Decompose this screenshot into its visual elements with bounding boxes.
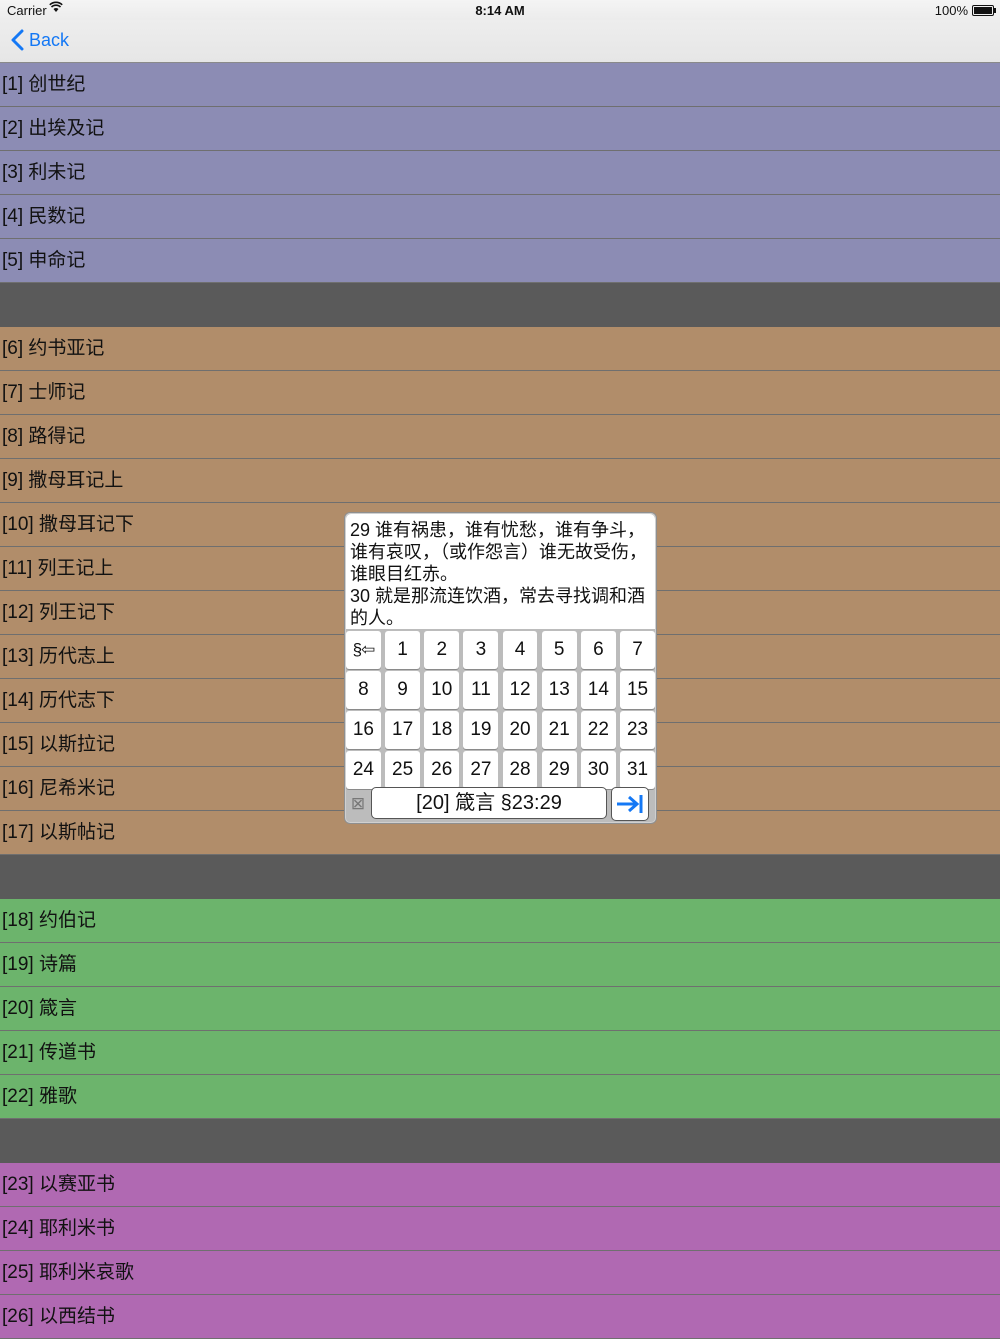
verse-key[interactable]: 25 bbox=[385, 751, 421, 789]
verse-key[interactable]: 11 bbox=[463, 671, 499, 709]
book-row[interactable]: [25] 耶利米哀歌 bbox=[0, 1251, 1000, 1295]
verse-text: 30 就是那流连饮酒，常去寻找调和酒的人。 bbox=[350, 586, 646, 628]
navigation-bar: Back bbox=[0, 20, 1000, 63]
verse-key[interactable]: 12 bbox=[502, 671, 538, 709]
verse-key[interactable]: 13 bbox=[541, 671, 577, 709]
back-label: Back bbox=[29, 29, 70, 50]
verse-key[interactable]: 31 bbox=[620, 751, 655, 789]
section-divider bbox=[0, 283, 1000, 327]
verse-key[interactable]: 16 bbox=[346, 711, 381, 749]
verse-key[interactable]: 17 bbox=[385, 711, 421, 749]
book-row[interactable]: [2] 出埃及记 bbox=[0, 107, 1000, 151]
verse-key[interactable]: 20 bbox=[502, 711, 538, 749]
verse-key[interactable]: 6 bbox=[580, 631, 616, 669]
verse-key[interactable]: 4 bbox=[502, 631, 538, 669]
book-row[interactable]: [26] 以西结书 bbox=[0, 1295, 1000, 1339]
book-row[interactable]: [4] 民数记 bbox=[0, 195, 1000, 239]
book-row[interactable]: [20] 箴言 bbox=[0, 987, 1000, 1031]
book-row[interactable]: [3] 利未记 bbox=[0, 151, 1000, 195]
jump-arrow-icon bbox=[617, 795, 643, 813]
reference-field[interactable]: [20] 箴言 §23:29 bbox=[371, 787, 607, 819]
book-row[interactable]: [24] 耶利米书 bbox=[0, 1207, 1000, 1251]
verse-key[interactable]: 26 bbox=[424, 751, 460, 789]
book-row[interactable]: [6] 约书亚记 bbox=[0, 327, 1000, 371]
section-divider bbox=[0, 855, 1000, 899]
battery-icon bbox=[972, 5, 996, 16]
book-row[interactable]: [19] 诗篇 bbox=[0, 943, 1000, 987]
verse-number-grid: §⇦ 1 2 3 4 5 6 7 8 9 10 11 12 13 14 15 1… bbox=[346, 631, 655, 791]
go-button[interactable] bbox=[611, 787, 649, 821]
reference-bar: ⊠ [20] 箴言 §23:29 bbox=[345, 787, 656, 823]
clock: 8:14 AM bbox=[475, 3, 525, 18]
back-button[interactable]: Back bbox=[10, 29, 69, 51]
verse-key[interactable]: 28 bbox=[502, 751, 538, 789]
book-row[interactable]: [21] 传道书 bbox=[0, 1031, 1000, 1075]
book-row[interactable]: [7] 士师记 bbox=[0, 371, 1000, 415]
verse-key[interactable]: 7 bbox=[620, 631, 655, 669]
verse-key[interactable]: 8 bbox=[346, 671, 381, 709]
verse-key[interactable]: 15 bbox=[620, 671, 655, 709]
book-row[interactable]: [9] 撒母耳记上 bbox=[0, 459, 1000, 503]
section-divider bbox=[0, 1119, 1000, 1163]
book-row[interactable]: [18] 约伯记 bbox=[0, 899, 1000, 943]
book-row[interactable]: [22] 雅歌 bbox=[0, 1075, 1000, 1119]
verse-preview: 29 谁有祸患，谁有忧愁，谁有争斗，谁有哀叹，（或作怨言）谁无故受伤，谁眼目红赤… bbox=[346, 514, 655, 629]
verse-key[interactable]: 24 bbox=[346, 751, 381, 789]
verse-key[interactable]: 9 bbox=[385, 671, 421, 709]
verse-key[interactable]: 29 bbox=[541, 751, 577, 789]
status-bar: Carrier 8:14 AM 100% bbox=[0, 0, 1000, 20]
verse-key[interactable]: 21 bbox=[541, 711, 577, 749]
backspace-key[interactable]: §⇦ bbox=[346, 631, 381, 669]
verse-key[interactable]: 5 bbox=[541, 631, 577, 669]
verse-key[interactable]: 3 bbox=[463, 631, 499, 669]
verse-key[interactable]: 19 bbox=[463, 711, 499, 749]
verse-key[interactable]: 14 bbox=[580, 671, 616, 709]
verse-picker-popup: 29 谁有祸患，谁有忧愁，谁有争斗，谁有哀叹，（或作怨言）谁无故受伤，谁眼目红赤… bbox=[344, 512, 657, 824]
verse-text: 29 谁有祸患，谁有忧愁，谁有争斗，谁有哀叹，（或作怨言）谁无故受伤，谁眼目红赤… bbox=[350, 520, 647, 584]
clear-icon[interactable]: ⊠ bbox=[349, 795, 367, 813]
verse-key[interactable]: 23 bbox=[620, 711, 655, 749]
verse-key[interactable]: 22 bbox=[580, 711, 616, 749]
verse-key[interactable]: 1 bbox=[385, 631, 421, 669]
verse-key[interactable]: 30 bbox=[580, 751, 616, 789]
verse-key[interactable]: 18 bbox=[424, 711, 460, 749]
book-row[interactable]: [23] 以赛亚书 bbox=[0, 1163, 1000, 1207]
verse-key[interactable]: 27 bbox=[463, 751, 499, 789]
verse-key[interactable]: 10 bbox=[424, 671, 460, 709]
book-row[interactable]: [5] 申命记 bbox=[0, 239, 1000, 283]
battery-percent: 100% bbox=[934, 3, 968, 18]
chevron-left-icon bbox=[11, 29, 24, 51]
book-row[interactable]: [1] 创世纪 bbox=[0, 63, 1000, 107]
verse-key[interactable]: 2 bbox=[424, 631, 460, 669]
book-row[interactable]: [8] 路得记 bbox=[0, 415, 1000, 459]
